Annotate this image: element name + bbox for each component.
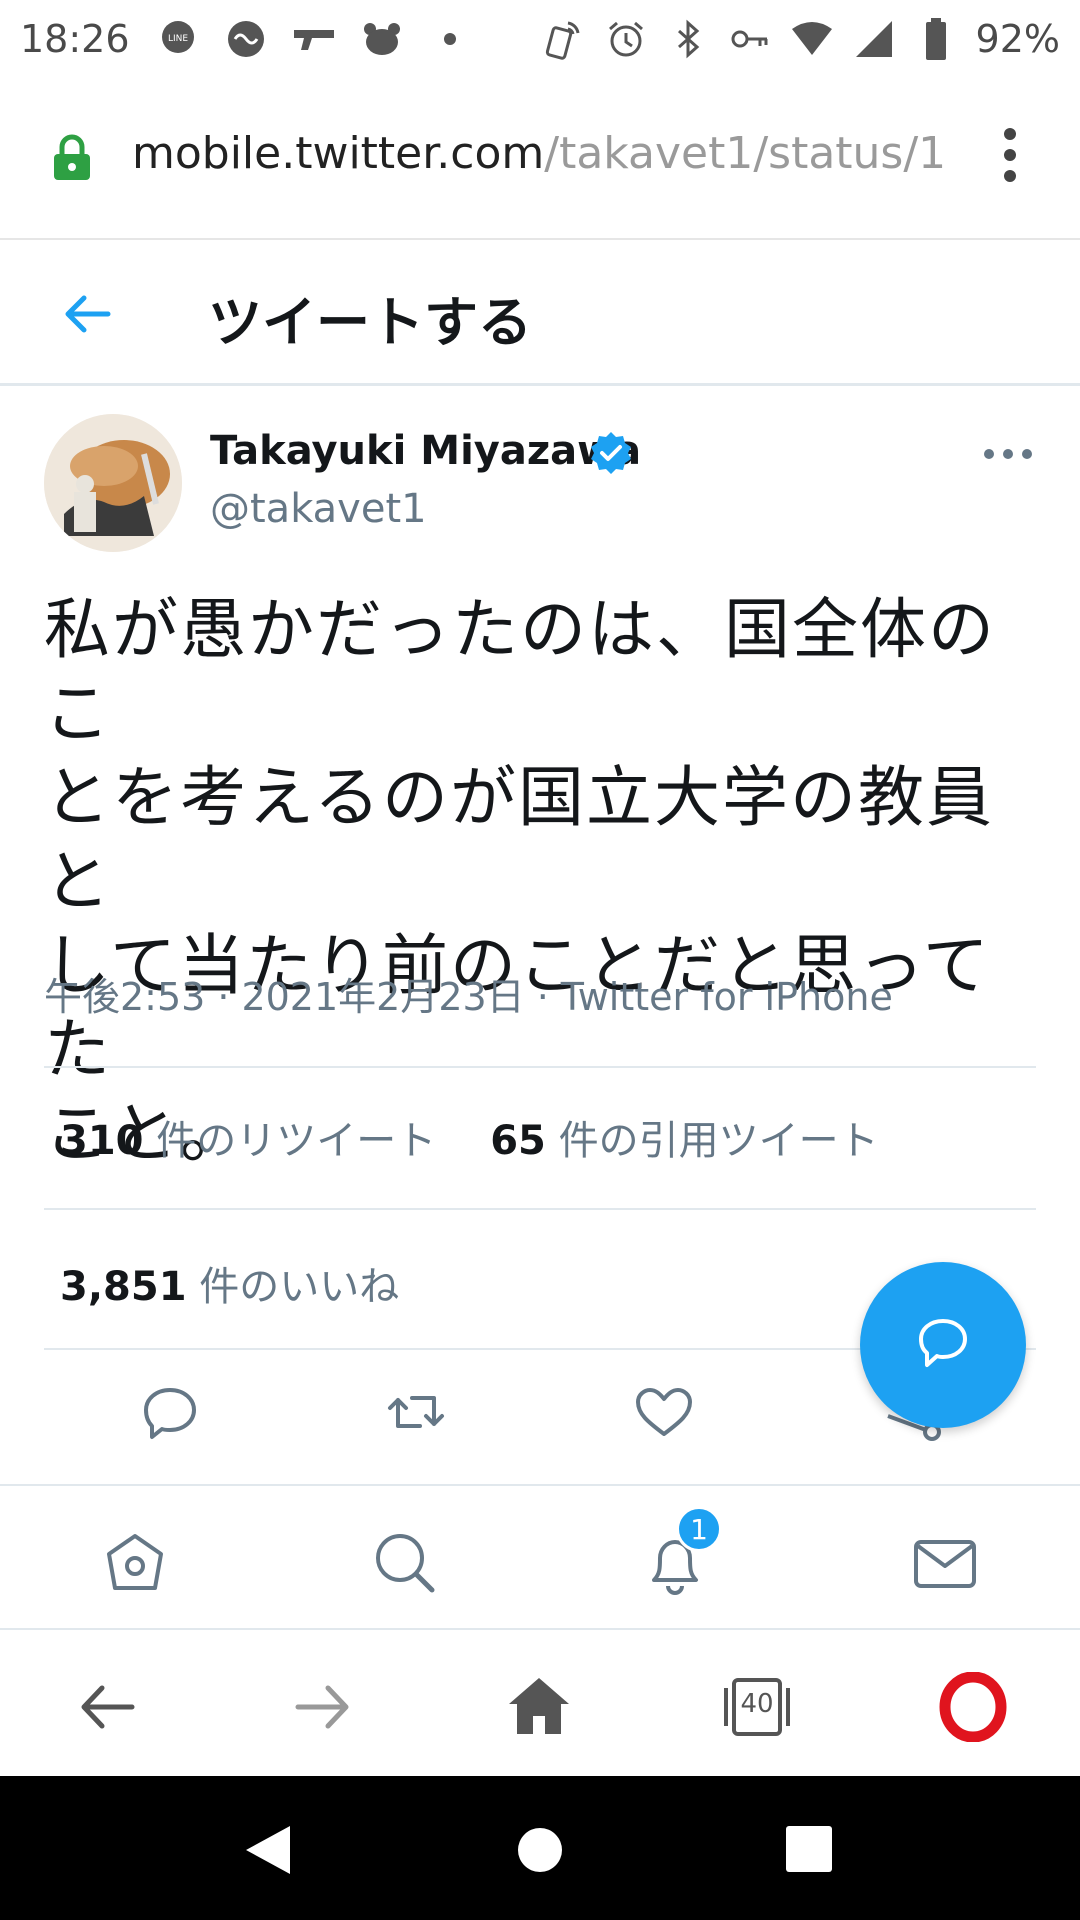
avatar[interactable] [44, 414, 182, 552]
bear-icon [360, 17, 404, 61]
battery-percent: 92% [975, 17, 1060, 61]
author-handle[interactable]: @takavet1 [210, 486, 427, 532]
page-title: ツイートする [208, 291, 532, 354]
url-path: /takavet1/status/1 [544, 128, 947, 179]
compose-reply-button[interactable] [860, 1262, 1026, 1428]
retweet-icon[interactable] [384, 1380, 448, 1444]
svg-text:LINE: LINE [167, 34, 187, 44]
tweet-header: ツイートする [0, 242, 1080, 386]
android-home-icon[interactable] [512, 1822, 568, 1878]
signal-icon [852, 17, 896, 61]
bluetooth-icon [666, 17, 710, 61]
verified-badge-icon [588, 430, 634, 476]
status-bar: 18:26 LINE 92% [0, 0, 1080, 78]
menu-dot [1004, 128, 1016, 140]
tweet-text-line: とを考えるのが国立大学の教員と [44, 759, 995, 920]
retweets-stat[interactable]: 310 件のリツイート [60, 1108, 436, 1166]
quotes-count: 65 [490, 1118, 546, 1164]
nfc-icon [542, 17, 586, 61]
dot [1003, 449, 1013, 459]
dot [984, 449, 994, 459]
android-back-icon[interactable] [240, 1822, 296, 1878]
messages-mail-icon[interactable] [910, 1528, 980, 1598]
alarm-icon [604, 17, 648, 61]
meta-separator: · [536, 975, 549, 1019]
lock-icon [52, 134, 92, 180]
home-icon[interactable] [100, 1528, 170, 1598]
tabs-count: 40 [740, 1689, 774, 1719]
chat-bubble-icon [913, 1313, 973, 1377]
browser-url-bar: mobile.twitter.com/takavet1/status/1 [0, 78, 1080, 240]
retweets-count: 310 [60, 1118, 144, 1164]
wifi-icon [790, 17, 834, 61]
dot-icon [428, 17, 472, 61]
reply-icon[interactable] [138, 1380, 202, 1444]
tweet-meta: 午後2:53 · 2021年2月23日 · Twitter for iPhone [44, 966, 893, 1021]
android-nav-bar [0, 1776, 1080, 1920]
tweet-source[interactable]: Twitter for iPhone [561, 975, 893, 1019]
menu-dot [1004, 170, 1016, 182]
android-recents-icon[interactable] [782, 1822, 838, 1878]
url-field[interactable]: mobile.twitter.com/takavet1/status/1 [132, 128, 952, 179]
browser-bottom-bar [0, 1632, 1080, 1776]
likes-stat[interactable]: 3,851 件のいいね [60, 1254, 399, 1312]
status-time: 18:26 [20, 17, 130, 61]
retweets-label: 件のリツイート [156, 1118, 437, 1164]
tweet-time[interactable]: 午後2:53 [44, 975, 205, 1019]
browser-back-icon[interactable] [72, 1672, 142, 1742]
notification-badge: 1 [676, 1506, 722, 1552]
back-arrow-icon[interactable] [58, 284, 118, 344]
like-heart-icon[interactable] [632, 1380, 696, 1444]
app-icon [224, 17, 268, 61]
battery-icon [914, 17, 958, 61]
dot [1022, 449, 1032, 459]
gun-icon [292, 17, 336, 61]
quotes-label: 件の引用ツイート [558, 1118, 879, 1164]
likes-count: 3,851 [60, 1264, 187, 1310]
tweet-stats: 310 件のリツイート 65 件の引用ツイート [60, 1108, 879, 1166]
tweet-text: 私が愚かだったのは、国全体のこ とを考えるのが国立大学の教員と して当たり前のこ… [44, 588, 1004, 1176]
quotes-stat[interactable]: 65 件の引用ツイート [490, 1108, 878, 1166]
browser-forward-icon[interactable] [288, 1672, 358, 1742]
divider [44, 1066, 1036, 1068]
twitter-bottom-nav [0, 1484, 1080, 1630]
more-options-icon[interactable] [984, 444, 1032, 464]
menu-dot [1004, 149, 1016, 161]
url-host: mobile.twitter.com [132, 128, 545, 179]
opera-menu-icon[interactable] [938, 1671, 1008, 1743]
search-icon[interactable] [370, 1528, 440, 1598]
meta-separator: · [217, 975, 230, 1019]
key-icon [728, 17, 772, 61]
browser-home-icon[interactable] [504, 1672, 574, 1742]
likes-label: 件のいいね [199, 1264, 400, 1310]
tweet-date[interactable]: 2021年2月23日 [241, 975, 524, 1019]
author-name[interactable]: Takayuki Miyazawa [210, 428, 641, 474]
line-icon: LINE [156, 17, 200, 61]
tweet-text-line: 私が愚かだったのは、国全体のこ [44, 591, 996, 752]
divider [44, 1208, 1036, 1210]
browser-menu-button[interactable] [992, 120, 1028, 190]
